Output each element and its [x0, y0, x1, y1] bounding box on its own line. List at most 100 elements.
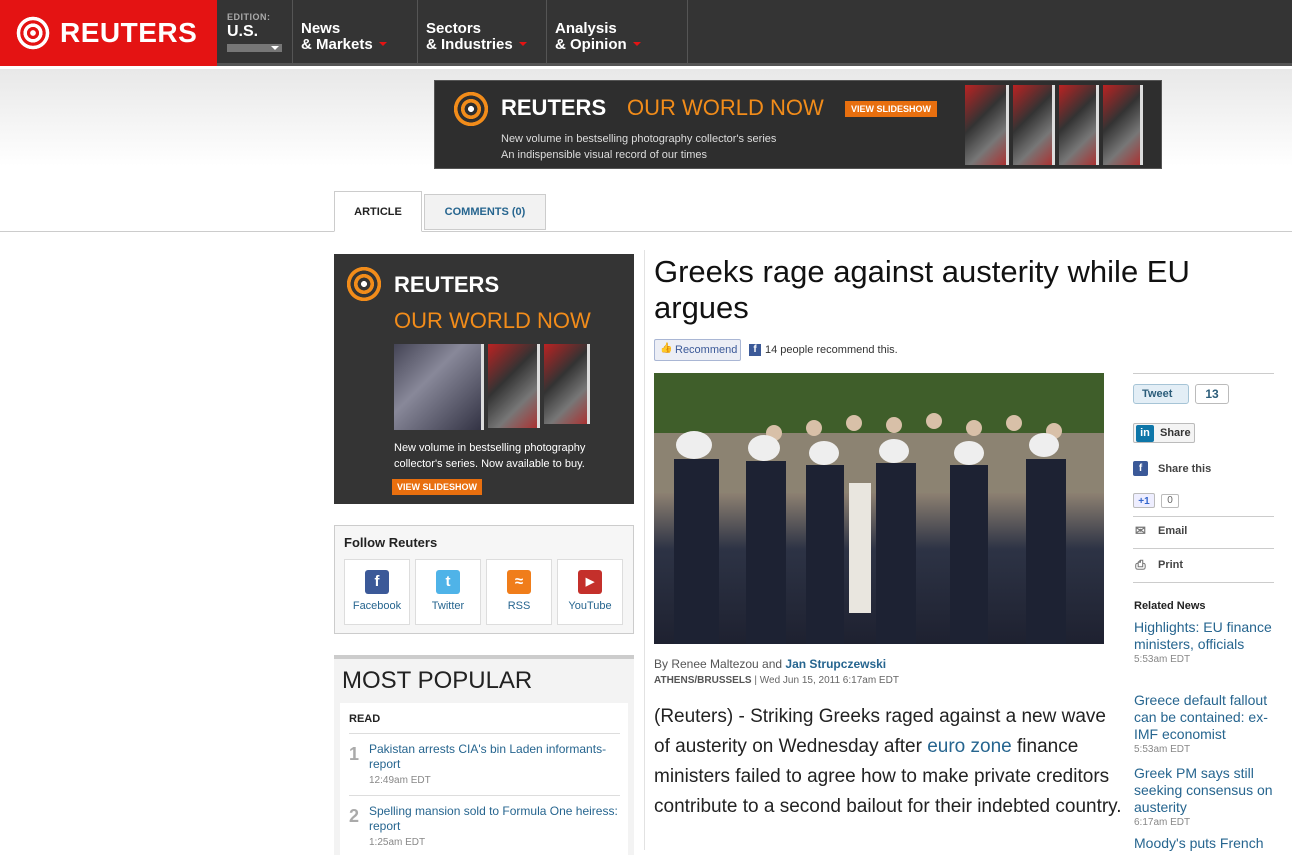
facebook-icon: f — [749, 344, 761, 356]
related-item[interactable]: Greece default fallout can be contained:… — [1134, 692, 1279, 755]
article-photo[interactable] — [654, 373, 1104, 644]
nav-label-line1: News — [301, 20, 341, 37]
dateline: ATHENS/BRUSSELS | Wed Jun 15, 2011 6:17a… — [654, 675, 899, 686]
side-ad-brand: REUTERS — [394, 272, 500, 297]
item-time: 12:49am EDT — [369, 775, 431, 786]
gplus-button[interactable]: +1 0 — [1133, 493, 1179, 508]
related-item[interactable]: Highlights: EU finance ministers, offici… — [1134, 619, 1279, 665]
divider — [1133, 548, 1274, 549]
logo-wordmark: REUTERS — [60, 17, 198, 48]
facebook-recommend-button[interactable]: Recommend — [654, 339, 741, 361]
email-link[interactable]: ✉ Email — [1133, 523, 1187, 538]
email-label: Email — [1158, 524, 1188, 537]
byline: By Renee Maltezou and Jan Strupczewski — [654, 657, 886, 671]
tweet-button[interactable]: Tweet — [1133, 384, 1189, 404]
envelope-icon: ✉ — [1135, 523, 1146, 538]
nav-label-line1: Analysis — [555, 20, 617, 37]
most-popular-list: READ 1 Pakistan arrests CIA's bin Laden … — [340, 703, 628, 863]
follow-label: RSS — [507, 600, 531, 612]
divider — [1133, 373, 1274, 374]
view-slideshow-button[interactable]: VIEW SLIDESHOW — [845, 101, 938, 117]
nav-sectors-industries[interactable]: Sectors & Industries — [418, 0, 547, 66]
item-title-link[interactable]: Spelling mansion sold to Formula One hei… — [369, 804, 619, 834]
linkedin-share-button[interactable]: in Share — [1133, 423, 1195, 443]
author-link[interactable]: Jan Strupczewski — [785, 657, 886, 671]
facebook-icon: f — [365, 570, 389, 594]
edition-value: U.S. — [227, 23, 259, 40]
protest-photo-illustration — [654, 373, 1104, 644]
twitter-icon: t — [436, 570, 460, 594]
related-link[interactable]: Greek PM says still seeking consensus on… — [1134, 765, 1279, 816]
reuters-logo[interactable]: REUTERS — [0, 0, 217, 66]
item-title-link[interactable]: Pakistan arrests CIA's bin Laden informa… — [369, 742, 619, 772]
edition-selector[interactable]: EDITION: U.S. — [217, 0, 293, 66]
top-navigation-bar: REUTERS EDITION: U.S. News & Markets Sec… — [0, 0, 1292, 66]
facebook-share-link[interactable]: f Share this — [1133, 461, 1211, 476]
banner-line-1: New volume in bestselling photography co… — [501, 133, 777, 145]
dateline-place: ATHENS/BRUSSELS — [654, 675, 752, 686]
nav-news-markets[interactable]: News & Markets — [293, 0, 418, 66]
follow-label: Facebook — [352, 600, 402, 612]
follow-reuters-box: Follow Reuters f Facebook t Twitter ≈ RS… — [334, 525, 634, 634]
divider — [1133, 516, 1274, 517]
related-time: 5:53am EDT — [1134, 744, 1191, 755]
caret-down-icon — [632, 42, 641, 50]
reuters-orb-icon — [451, 89, 491, 129]
follow-rss[interactable]: ≈ RSS — [486, 559, 552, 625]
related-item[interactable]: Moody's puts French — [1134, 835, 1279, 852]
print-link[interactable]: ⎙ Print — [1133, 557, 1183, 572]
related-link[interactable]: Greece default fallout can be contained:… — [1134, 692, 1279, 743]
recommend-count: 14 people recommend this. — [765, 344, 898, 356]
follow-title: Follow Reuters — [344, 535, 438, 550]
follow-twitter[interactable]: t Twitter — [415, 559, 481, 625]
rss-icon: ≈ — [507, 570, 531, 594]
related-link[interactable]: Highlights: EU finance ministers, offici… — [1134, 619, 1279, 653]
most-popular-title: MOST POPULAR — [342, 667, 533, 694]
item-time: 1:25am EDT — [369, 837, 426, 848]
youtube-icon: ▶ — [578, 570, 602, 594]
most-popular-section: READ — [349, 713, 381, 725]
tab-article[interactable]: ARTICLE — [334, 191, 422, 232]
side-ad-text: New volume in bestselling photography co… — [394, 442, 586, 470]
related-news-title: Related News — [1134, 600, 1206, 612]
printer-icon: ⎙ — [1135, 557, 1146, 572]
caret-down-icon — [518, 42, 527, 50]
side-ad[interactable]: REUTERS OUR WORLD NOW New volume in best… — [334, 254, 634, 504]
article-headline: Greeks rage against austerity while EU a… — [654, 254, 1190, 325]
caret-down-icon — [378, 42, 387, 50]
divider — [349, 733, 620, 734]
linkedin-label: Share — [1160, 427, 1191, 439]
follow-facebook[interactable]: f Facebook — [344, 559, 410, 625]
nav-label-line2: & Opinion — [555, 36, 627, 53]
article-body: (Reuters) - Striking Greeks raged agains… — [654, 702, 1124, 822]
tab-comments[interactable]: COMMENTS (0) — [424, 194, 546, 230]
follow-label: Twitter — [431, 600, 465, 612]
related-item[interactable]: Greek PM says still seeking consensus on… — [1134, 765, 1279, 828]
banner-title: OUR WORLD NOW — [627, 95, 824, 120]
byline-prefix: By Renee Maltezou and — [654, 657, 786, 671]
follow-label: YouTube — [568, 600, 612, 612]
banner-ad[interactable]: REUTERS OUR WORLD NOW VIEW SLIDESHOW New… — [434, 80, 1162, 169]
banner-brand: REUTERS — [501, 95, 607, 120]
related-link[interactable]: Moody's puts French — [1134, 835, 1279, 852]
book-covers-image — [965, 85, 1143, 165]
dateline-time: Wed Jun 15, 2011 6:17am EDT — [759, 675, 899, 686]
gplus-icon: +1 — [1133, 493, 1155, 508]
dateline-separator: | — [751, 675, 760, 686]
nav-analysis-opinion[interactable]: Analysis & Opinion — [547, 0, 688, 66]
euro-zone-link[interactable]: euro zone — [927, 736, 1012, 757]
nav-label-line2: & Industries — [426, 36, 513, 53]
edition-label: EDITION: — [227, 12, 271, 22]
book-covers-image — [394, 344, 590, 430]
follow-youtube[interactable]: ▶ YouTube — [557, 559, 623, 625]
most-popular-box: MOST POPULAR READ 1 Pakistan arrests CIA… — [334, 655, 634, 863]
linkedin-icon: in — [1136, 425, 1154, 442]
nav-label-line1: Sectors — [426, 20, 482, 37]
divider — [349, 795, 620, 796]
reuters-orb-icon — [14, 14, 52, 52]
chevron-down-icon — [227, 44, 282, 52]
item-number: 1 — [349, 744, 360, 764]
gplus-count: 0 — [1161, 493, 1179, 508]
banner-line-2: An indispensible visual record of our ti… — [501, 149, 708, 161]
view-slideshow-button[interactable]: VIEW SLIDESHOW — [392, 479, 483, 495]
